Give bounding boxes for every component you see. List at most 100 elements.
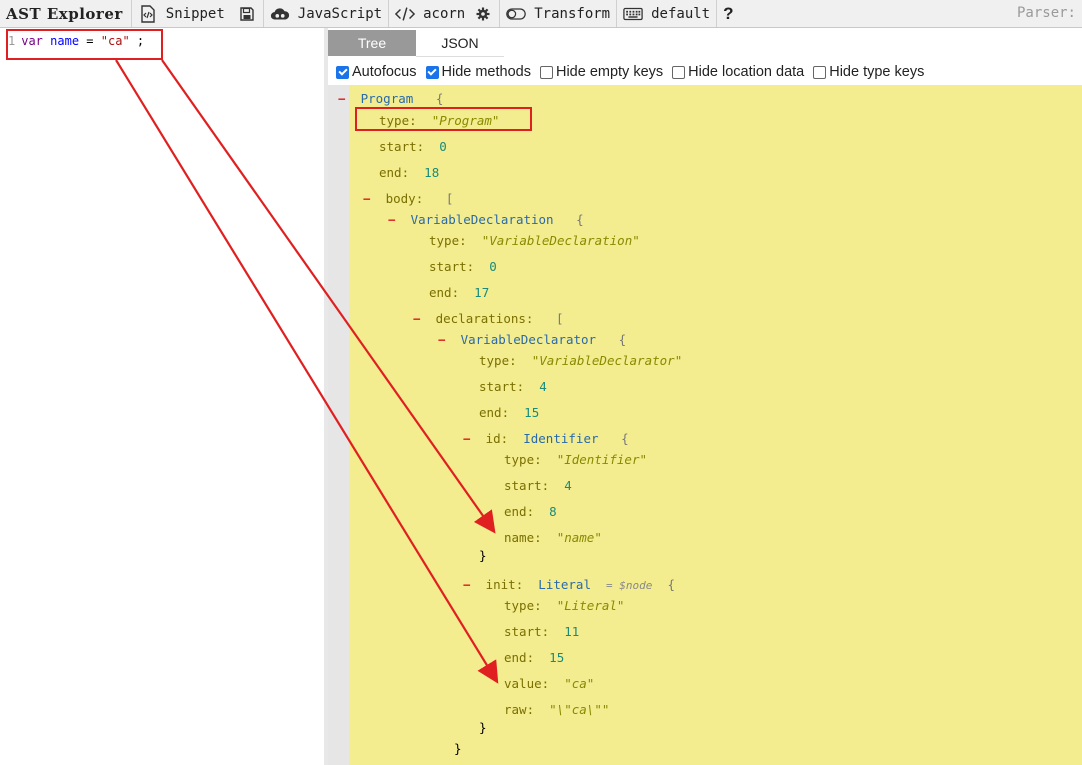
tab-json[interactable]: JSON xyxy=(416,30,504,57)
output-panel: Tree JSON Autofocus Hide methods Hide em… xyxy=(328,28,1082,765)
prop-value: "Identifier" xyxy=(556,452,648,467)
prop-key: body: xyxy=(385,191,424,206)
option-hide-location-data[interactable]: Hide location data xyxy=(672,64,804,80)
tree-prop: type: "VariableDeclarator" xyxy=(479,353,682,368)
tree-prop: value: "ca" xyxy=(504,676,594,691)
collapse-toggle[interactable]: − xyxy=(463,431,471,446)
option-label: Hide location data xyxy=(688,64,805,80)
prop-value: "name" xyxy=(556,530,602,545)
prop-key: end: xyxy=(504,504,535,519)
hide-type-keys-checkbox[interactable] xyxy=(813,65,827,79)
tree-prop: type: "Program" xyxy=(379,113,499,128)
help-icon: ? xyxy=(723,3,734,23)
collapse-toggle[interactable]: − xyxy=(413,311,421,326)
option-label: Hide empty keys xyxy=(555,64,664,80)
collapse-toggle[interactable]: − xyxy=(363,191,371,206)
tree-prop: start: 11 xyxy=(504,624,579,639)
line-number: 1 xyxy=(8,34,16,48)
hide-methods-checkbox[interactable] xyxy=(425,65,439,79)
help-button[interactable]: ? xyxy=(717,0,739,27)
tab-tree[interactable]: Tree xyxy=(328,30,416,56)
tree-node-body[interactable]: − body: [ xyxy=(363,191,453,206)
hide-location-data-checkbox[interactable] xyxy=(672,65,686,79)
app-title: AST Explorer xyxy=(6,4,123,23)
parser-label: acorn xyxy=(423,5,466,22)
prop-value: 18 xyxy=(424,165,440,180)
tree-prop: start: 4 xyxy=(479,379,547,394)
hide-empty-keys-checkbox[interactable] xyxy=(539,65,553,79)
transform-button[interactable]: Transform xyxy=(500,0,616,27)
prop-key: type: xyxy=(479,353,517,368)
node-bracket: [ xyxy=(445,191,454,206)
collapse-toggle[interactable]: − xyxy=(438,332,446,347)
file-code-icon xyxy=(138,4,158,24)
tree-node-program[interactable]: − Program { xyxy=(338,91,443,106)
save-button[interactable] xyxy=(231,0,263,27)
prop-value: 4 xyxy=(564,478,572,493)
prop-value: 15 xyxy=(524,405,540,420)
prop-value: 11 xyxy=(564,624,580,639)
collapse-toggle[interactable]: − xyxy=(388,212,396,227)
cloud-icon xyxy=(270,4,290,24)
gear-icon[interactable] xyxy=(473,4,493,24)
code-brackets-icon xyxy=(395,4,416,24)
prop-key: end: xyxy=(429,285,460,300)
node-close-brace: } xyxy=(479,548,487,563)
tree-prop: type: "VariableDeclaration" xyxy=(429,233,640,248)
prop-value: 8 xyxy=(549,504,557,519)
ast-tree: − Program { type: "Program" start: 0 end… xyxy=(338,85,1082,765)
prop-value: "Program" xyxy=(431,113,500,128)
tree-prop: end: 15 xyxy=(504,650,564,665)
tree-options: Autofocus Hide methods Hide empty keys H… xyxy=(336,62,933,82)
snippet-button[interactable]: Snippet xyxy=(132,0,231,27)
tree-prop: end: 8 xyxy=(504,504,557,519)
prop-key: start: xyxy=(479,379,525,394)
tree-node-init[interactable]: − init: Literal = $node { xyxy=(463,577,675,592)
keyboard-icon xyxy=(623,4,643,24)
parser-side-label: Parser: xyxy=(1016,5,1076,21)
parser-button[interactable]: acorn xyxy=(389,0,499,27)
option-hide-empty-keys[interactable]: Hide empty keys xyxy=(539,64,664,80)
node-brace: { xyxy=(435,91,444,106)
prop-value: "VariableDeclaration" xyxy=(481,233,640,248)
language-button[interactable]: JavaScript xyxy=(264,0,388,27)
node-type: VariableDeclarator xyxy=(460,332,597,347)
code-operator: = xyxy=(86,34,94,48)
node-type: Identifier xyxy=(523,431,599,446)
prop-key: type: xyxy=(504,452,542,467)
node-brace: { xyxy=(667,577,675,592)
transform-label: Transform xyxy=(534,5,611,22)
node-note: = $node xyxy=(606,579,653,592)
prop-key: value: xyxy=(504,676,550,691)
code-editor[interactable]: 1 var name = "ca" ; xyxy=(0,28,325,765)
tree-node-variable-declarator[interactable]: − VariableDeclarator { xyxy=(438,332,626,347)
node-close-brace: } xyxy=(479,720,487,735)
tree-node-declarations[interactable]: − declarations: [ xyxy=(413,311,564,326)
tree-prop: type: "Literal" xyxy=(504,598,624,613)
option-autofocus[interactable]: Autofocus xyxy=(336,64,417,80)
collapse-toggle[interactable]: − xyxy=(463,577,471,592)
node-type: Literal xyxy=(538,577,591,592)
prop-key: init: xyxy=(485,577,524,592)
code-line[interactable]: 1 var name = "ca" ; xyxy=(8,34,144,48)
node-bracket: [ xyxy=(556,311,564,326)
tree-prop: name: "name" xyxy=(504,530,602,545)
collapse-toggle[interactable]: − xyxy=(338,91,346,106)
keymap-button[interactable]: default xyxy=(617,0,716,27)
prop-key: end: xyxy=(379,165,410,180)
prop-value: 17 xyxy=(474,285,490,300)
tree-prop: raw: "\"ca\"" xyxy=(504,702,609,717)
code-semicolon: ; xyxy=(136,34,145,48)
prop-key: id: xyxy=(485,431,509,446)
tree-node-variable-declaration[interactable]: − VariableDeclaration { xyxy=(388,212,584,227)
language-label: JavaScript xyxy=(297,5,383,22)
tree-prop: end: 17 xyxy=(429,285,489,300)
save-icon xyxy=(237,4,257,24)
prop-key: start: xyxy=(429,259,475,274)
tree-node-id[interactable]: − id: Identifier { xyxy=(463,431,629,446)
option-hide-methods[interactable]: Hide methods xyxy=(425,64,531,80)
autofocus-checkbox[interactable] xyxy=(336,65,349,79)
option-hide-type-keys[interactable]: Hide type keys xyxy=(813,64,924,80)
prop-key: raw: xyxy=(504,702,535,717)
prop-value: 15 xyxy=(549,650,565,665)
